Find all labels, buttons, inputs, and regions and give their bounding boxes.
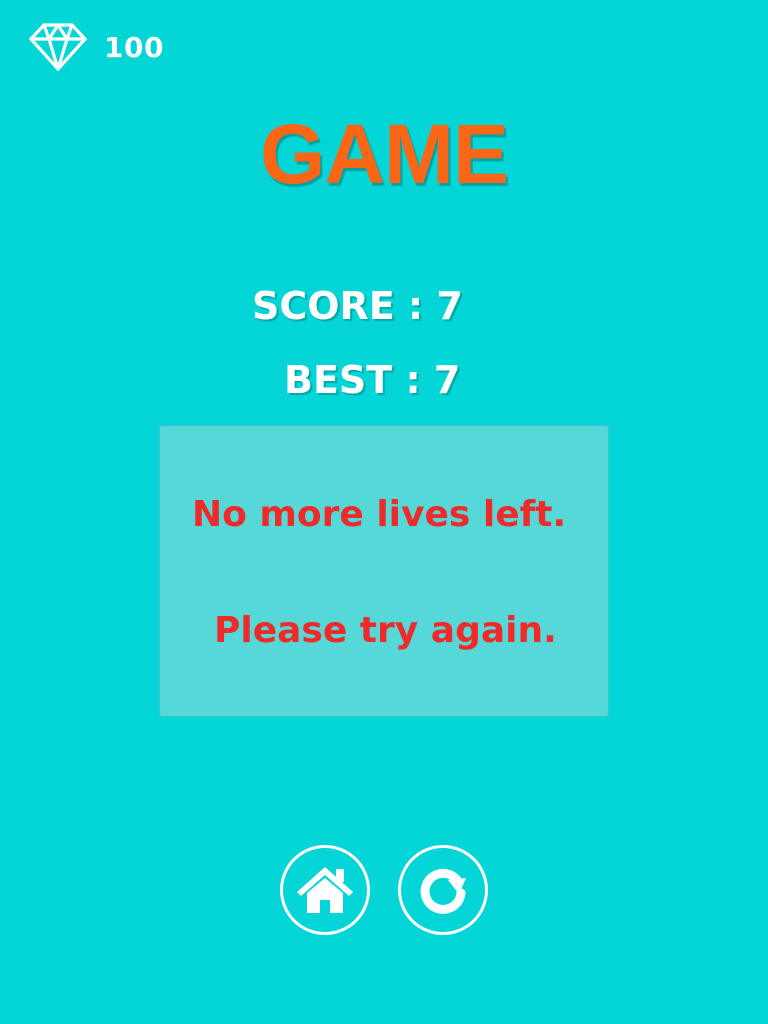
no-lives-message: No more lives left. xyxy=(192,494,567,535)
gem-count: 100 xyxy=(104,30,164,64)
home-button[interactable] xyxy=(280,845,370,935)
restart-icon xyxy=(420,868,466,914)
score-label: SCORE : 7 xyxy=(252,284,463,328)
gem-counter: 100 xyxy=(28,22,164,72)
home-icon xyxy=(297,867,353,913)
diamond-icon xyxy=(29,23,87,71)
game-title: GAME xyxy=(260,107,509,201)
restart-button[interactable] xyxy=(398,845,488,935)
try-again-message: Please try again. xyxy=(214,610,557,651)
best-score-label: BEST : 7 xyxy=(284,358,461,402)
game-over-panel: No more lives left. Please try again. xyxy=(159,425,609,717)
